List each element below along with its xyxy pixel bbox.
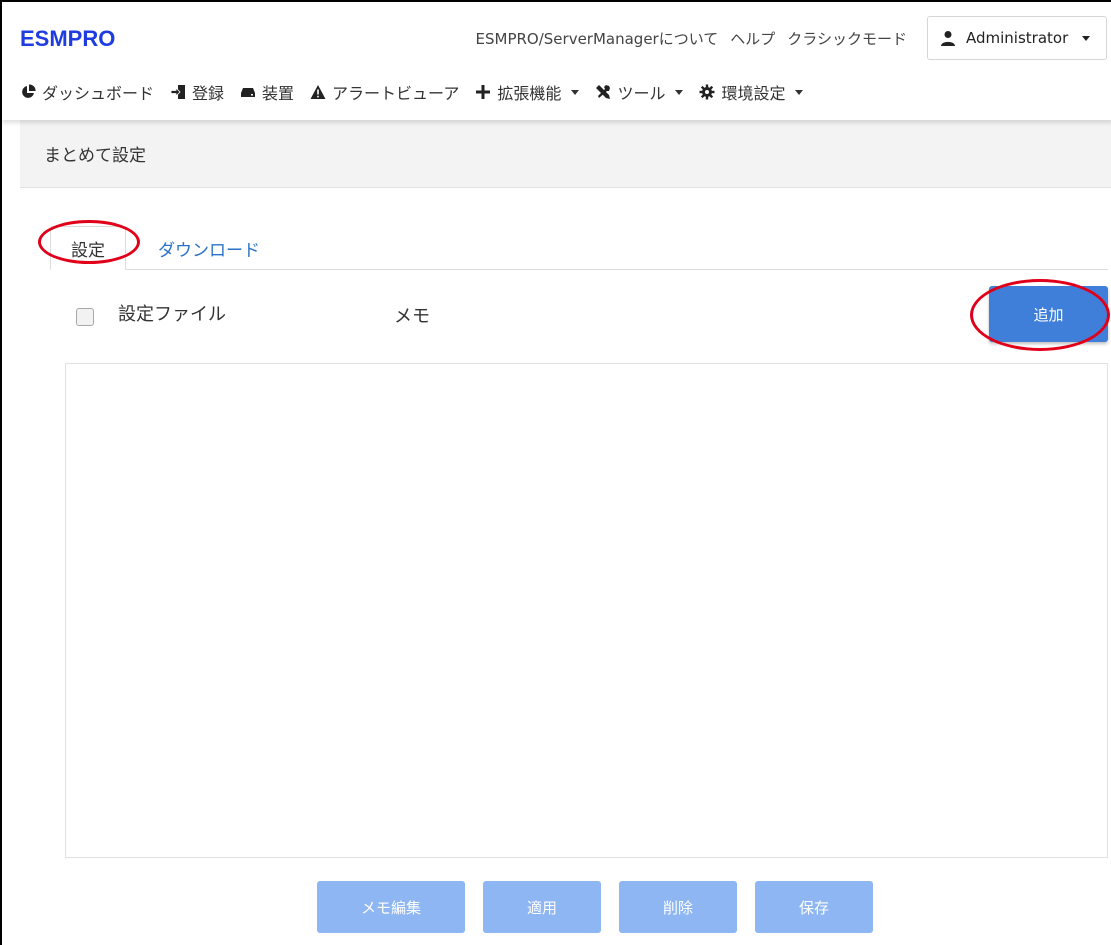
hdd-icon xyxy=(241,88,256,97)
save-button[interactable]: 保存 xyxy=(755,881,873,933)
action-buttons: メモ編集 適用 削除 保存 xyxy=(317,881,873,933)
settings-card: 設定 ダウンロード 設定ファイル メモ 追加 メモ編集 適用 削除 保存 xyxy=(20,188,1111,945)
select-all-checkbox[interactable] xyxy=(76,308,94,326)
user-name: Administrator xyxy=(966,29,1069,47)
about-link[interactable]: ESMPRO/ServerManagerについて xyxy=(476,28,719,49)
nav-dashboard[interactable]: ダッシュボード xyxy=(20,80,154,104)
nav-tools[interactable]: ツール xyxy=(595,80,684,104)
nav-label: 拡張機能 xyxy=(497,84,562,103)
top-bar: ESMPRO ESMPRO/ServerManagerについて ヘルプ クラシッ… xyxy=(2,2,1111,120)
tab-bar: 設定 ダウンロード xyxy=(50,218,1108,270)
nav-register[interactable]: 登録 xyxy=(170,80,224,104)
nav-label: ツール xyxy=(617,84,666,103)
column-header-file: 設定ファイル xyxy=(118,304,226,325)
column-header-memo: メモ xyxy=(394,306,430,327)
nav-label: ダッシュボード xyxy=(42,84,155,103)
user-icon xyxy=(941,31,955,46)
chevron-down-icon xyxy=(1082,35,1091,41)
nav-label: 環境設定 xyxy=(721,84,786,103)
warning-icon xyxy=(310,85,326,99)
top-links: ESMPRO/ServerManagerについて ヘルプ クラシックモード xyxy=(476,28,907,49)
nav-label: 登録 xyxy=(192,84,225,103)
page-title: まとめて設定 xyxy=(20,120,1111,188)
memo-edit-button[interactable]: メモ編集 xyxy=(317,881,465,933)
delete-button[interactable]: 削除 xyxy=(619,881,737,933)
user-menu-button[interactable]: Administrator xyxy=(927,16,1107,60)
pie-chart-icon xyxy=(22,84,36,98)
main-nav: ダッシュボード 登録 装置 アラートビューア 拡張機能 ツール 環境設定 xyxy=(20,80,804,104)
nav-label: 装置 xyxy=(262,84,295,103)
chevron-down-icon xyxy=(571,89,580,95)
apply-button[interactable]: 適用 xyxy=(483,881,601,933)
add-button[interactable]: 追加 xyxy=(989,286,1108,342)
app-window: ESMPRO ESMPRO/ServerManagerについて ヘルプ クラシッ… xyxy=(0,0,1111,945)
chevron-down-icon xyxy=(795,89,804,95)
tab-download[interactable]: ダウンロード xyxy=(138,226,280,270)
gear-icon xyxy=(699,84,715,100)
nav-preferences[interactable]: 環境設定 xyxy=(699,80,804,104)
nav-devices[interactable]: 装置 xyxy=(240,80,294,104)
nav-label: アラートビューア xyxy=(332,84,460,103)
sign-in-icon xyxy=(170,85,186,99)
nav-alert-viewer[interactable]: アラートビューア xyxy=(310,80,459,104)
plus-icon xyxy=(476,85,491,99)
table-header: 設定ファイル メモ xyxy=(76,286,1111,342)
classic-mode-link[interactable]: クラシックモード xyxy=(787,28,907,49)
tools-icon xyxy=(596,85,611,99)
tab-settings[interactable]: 設定 xyxy=(50,226,126,270)
nav-extensions[interactable]: 拡張機能 xyxy=(475,80,580,104)
settings-file-list[interactable] xyxy=(65,363,1108,858)
chevron-down-icon xyxy=(675,89,684,95)
help-link[interactable]: ヘルプ xyxy=(730,28,775,49)
app-logo[interactable]: ESMPRO xyxy=(20,26,115,52)
